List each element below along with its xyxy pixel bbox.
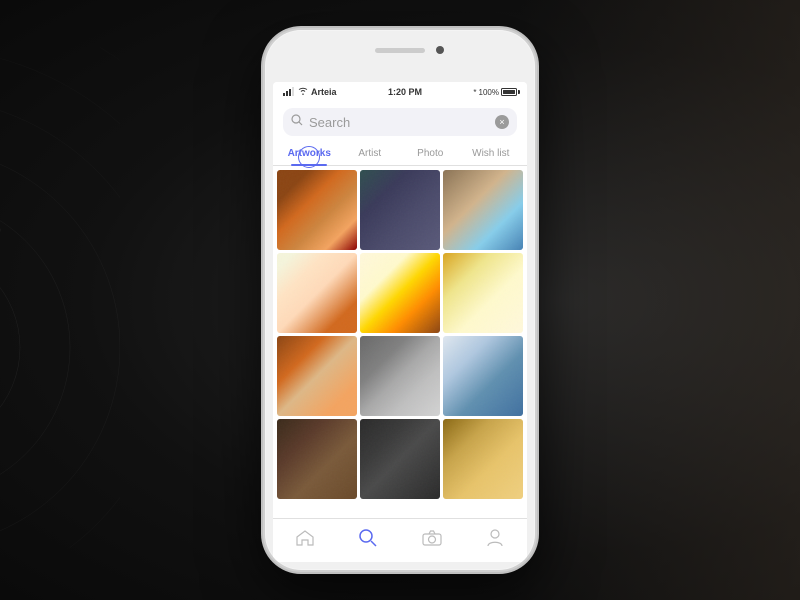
- background-arcs: [0, 48, 120, 553]
- profile-icon: [487, 529, 503, 552]
- artwork-cell[interactable]: [277, 336, 357, 416]
- nav-item-home[interactable]: [273, 519, 337, 562]
- nav-item-search[interactable]: [337, 519, 401, 562]
- phone-camera: [436, 46, 444, 54]
- battery-percent: 100%: [479, 88, 499, 97]
- search-placeholder: Search: [309, 115, 489, 130]
- artwork-cell[interactable]: [277, 419, 357, 499]
- artwork-cell[interactable]: [443, 170, 523, 250]
- home-icon: [296, 530, 314, 551]
- artwork-grid: [273, 166, 527, 518]
- artwork-cell[interactable]: [277, 253, 357, 333]
- phone-body: Arteia 1:20 PM * 100%: [265, 30, 535, 570]
- search-icon: [291, 113, 303, 131]
- battery-fill: [503, 90, 515, 94]
- nav-item-profile[interactable]: [464, 519, 528, 562]
- phone-device: Arteia 1:20 PM * 100%: [265, 30, 535, 570]
- status-time: 1:20 PM: [388, 87, 422, 97]
- status-right: * 100%: [473, 88, 517, 97]
- camera-icon: [422, 530, 442, 551]
- tab-photo[interactable]: Photo: [400, 142, 461, 165]
- artwork-cell[interactable]: [360, 419, 440, 499]
- artwork-cell[interactable]: [443, 419, 523, 499]
- tab-wishlist[interactable]: Wish list: [461, 142, 522, 165]
- status-carrier: Arteia: [283, 87, 337, 98]
- tab-artworks[interactable]: Artworks: [279, 142, 340, 165]
- search-nav-icon: [359, 529, 377, 552]
- bluetooth-icon: *: [473, 88, 476, 97]
- tabs-bar: Artworks Artist Photo Wish list: [273, 142, 527, 166]
- battery-icon: [501, 88, 517, 96]
- search-clear-button[interactable]: ×: [495, 115, 509, 129]
- artwork-cell[interactable]: [443, 336, 523, 416]
- status-bar: Arteia 1:20 PM * 100%: [273, 82, 527, 102]
- wifi-symbol: [298, 87, 308, 97]
- phone-speaker: [375, 48, 425, 53]
- signal-bars: [283, 87, 295, 98]
- bottom-navigation: [273, 518, 527, 562]
- search-input-box[interactable]: Search ×: [283, 108, 517, 136]
- artwork-cell[interactable]: [360, 253, 440, 333]
- tab-artist[interactable]: Artist: [340, 142, 401, 165]
- artwork-cell[interactable]: [360, 336, 440, 416]
- artwork-cell[interactable]: [360, 170, 440, 250]
- artwork-cell[interactable]: [443, 253, 523, 333]
- phone-screen: Arteia 1:20 PM * 100%: [273, 82, 527, 562]
- clear-icon: ×: [499, 117, 504, 127]
- search-bar-container: Search ×: [273, 102, 527, 142]
- nav-item-camera[interactable]: [400, 519, 464, 562]
- artwork-cell[interactable]: [277, 170, 357, 250]
